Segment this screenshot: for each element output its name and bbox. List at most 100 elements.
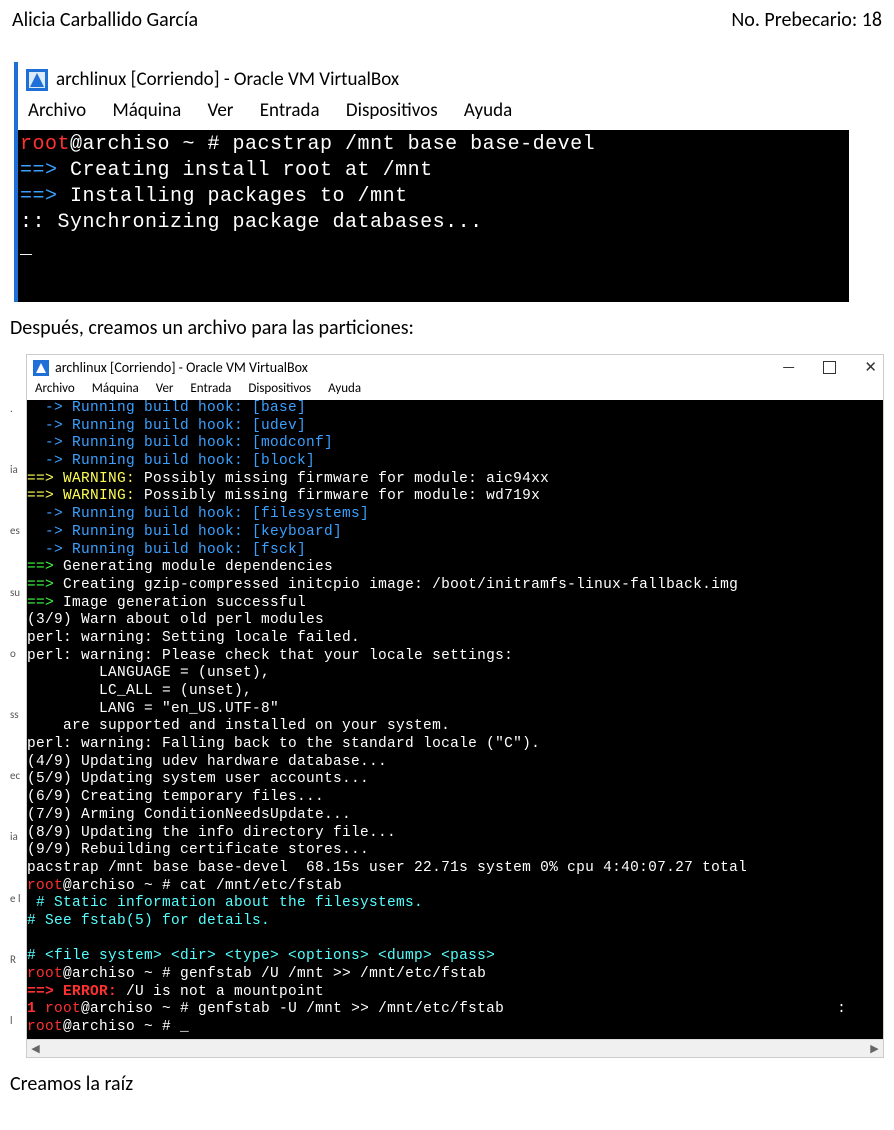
window-titlebar-2: archlinux [Corriendo] - Oracle VM Virtua…: [27, 355, 883, 379]
prompt-user: root: [27, 966, 63, 982]
prompt-user: root: [45, 1001, 81, 1017]
error-prefix: ==> ERROR:: [27, 984, 126, 1000]
scroll-left-icon[interactable]: ◀: [27, 1040, 44, 1057]
virtualbox-window-2: archlinux [Corriendo] - Oracle VM Virtua…: [26, 354, 884, 1058]
term-line: @archiso ~ # cat /mnt/etc/fstab: [63, 878, 342, 894]
menu-ayuda-1[interactable]: Ayuda: [464, 99, 512, 122]
arrow: ==>: [20, 185, 70, 208]
sliver-text: o: [10, 647, 26, 660]
prebecario-number: No. Prebecario: 18: [731, 8, 882, 32]
prompt-rest: @archiso ~ # pacstrap /mnt base base-dev…: [70, 133, 595, 156]
term-line: (4/9) Updating udev hardware database...: [27, 754, 387, 770]
term-line: @archiso ~ # genfstab -U /mnt >> /mnt/et…: [81, 1001, 504, 1017]
term-line: Possibly missing firmware for module: wd…: [144, 488, 540, 504]
menu-maquina-2[interactable]: Máquina: [92, 381, 139, 396]
menu-ayuda-2[interactable]: Ayuda: [328, 381, 361, 396]
sliver-text: R: [10, 953, 26, 966]
arrow: ==>: [27, 577, 63, 593]
virtualbox-icon: [26, 69, 48, 91]
arrow: ==>: [27, 559, 63, 575]
horizontal-scrollbar[interactable]: ◀ ▶: [27, 1039, 883, 1057]
term-line: -> Running build hook: [keyboard]: [27, 524, 342, 540]
term-line: Possibly missing firmware for module: ai…: [144, 471, 549, 487]
prompt-user: root: [27, 878, 63, 894]
sliver-text: ia: [10, 830, 26, 843]
term-line: /U is not a mountpoint: [126, 984, 324, 1000]
menu-entrada-1[interactable]: Entrada: [260, 99, 320, 122]
term-line: @archiso ~ # genfstab /U /mnt >> /mnt/et…: [63, 966, 486, 982]
term-line: @archiso ~ # _: [63, 1019, 189, 1035]
term-line: LANG = "en_US.UTF-8": [27, 701, 279, 717]
sliver-text: ia: [10, 463, 26, 476]
prompt-user: root: [20, 133, 70, 156]
body-text-1: Después, creamos un archivo para las par…: [10, 316, 884, 340]
sliver-text: l: [10, 1014, 26, 1027]
term-line: (5/9) Updating system user accounts...: [27, 771, 369, 787]
arrow: ==>: [27, 595, 63, 611]
terminal-2: -> Running build hook: [base] -> Running…: [27, 400, 883, 1039]
page-header: Alicia Carballido García No. Prebecario:…: [10, 8, 884, 32]
term-line: # See fstab(5) for details.: [27, 913, 270, 929]
term-line: -> Running build hook: [block]: [27, 453, 315, 469]
sliver-text: su: [10, 586, 26, 599]
window-controls: — ✕: [782, 358, 877, 377]
warn-prefix: ==> WARNING:: [27, 471, 144, 487]
term-line: -> Running build hook: [filesystems]: [27, 506, 369, 522]
menu-archivo-1[interactable]: Archivo: [28, 99, 86, 122]
menubar-1: Archivo Máquina Ver Entrada Dispositivos…: [18, 95, 849, 130]
close-button[interactable]: ✕: [864, 358, 877, 377]
virtualbox-window-1: archlinux [Corriendo] - Oracle VM Virtua…: [14, 62, 849, 302]
term-line: -> Running build hook: [fsck]: [27, 542, 306, 558]
term-line: LC_ALL = (unset),: [27, 683, 252, 699]
sliver-text: e l: [10, 892, 26, 905]
window-title-2: archlinux [Corriendo] - Oracle VM Virtua…: [55, 359, 308, 376]
menubar-2: Archivo Máquina Ver Entrada Dispositivos…: [27, 379, 883, 400]
term-line: Installing packages to /mnt: [70, 185, 408, 208]
scroll-right-icon[interactable]: ▶: [866, 1040, 883, 1057]
term-line: -> Running build hook: [modconf]: [27, 435, 333, 451]
sliver-text: es: [10, 524, 26, 537]
term-line: -> Running build hook: [base]: [27, 400, 306, 416]
exit-code: 1: [27, 1001, 45, 1017]
term-line: Generating module dependencies: [63, 559, 333, 575]
body-text-2: Creamos la raíz: [10, 1072, 884, 1096]
arrow: ==>: [20, 159, 70, 182]
term-line: (8/9) Updating the info directory file..…: [27, 825, 396, 841]
terminal-1: root@archiso ~ # pacstrap /mnt base base…: [18, 130, 849, 302]
term-line: -> Running build hook: [udev]: [27, 418, 306, 434]
virtualbox-icon: [33, 360, 49, 376]
term-line: (7/9) Arming ConditionNeedsUpdate...: [27, 807, 351, 823]
term-line: pacstrap /mnt base base-devel 68.15s use…: [27, 860, 747, 876]
menu-maquina-1[interactable]: Máquina: [112, 99, 181, 122]
cursor: _: [20, 237, 33, 260]
term-line: perl: warning: Please check that your lo…: [27, 648, 513, 664]
term-line: # Static information about the filesyste…: [27, 895, 423, 911]
window-titlebar-1: archlinux [Corriendo] - Oracle VM Virtua…: [18, 62, 849, 95]
sliver-text: ec: [10, 769, 26, 782]
term-line: (9/9) Rebuilding certificate stores...: [27, 842, 369, 858]
term-line: LANGUAGE = (unset),: [27, 665, 270, 681]
author-name: Alicia Carballido García: [12, 8, 198, 32]
term-line: are supported and installed on your syst…: [27, 718, 450, 734]
warn-prefix: ==> WARNING:: [27, 488, 144, 504]
term-line: # <file system> <dir> <type> <options> <…: [27, 948, 495, 964]
term-line: (6/9) Creating temporary files...: [27, 789, 324, 805]
term-line: perl: warning: Falling back to the stand…: [27, 736, 540, 752]
term-line: (3/9) Warn about old perl modules: [27, 612, 324, 628]
sliver-text: .: [10, 402, 26, 415]
menu-entrada-2[interactable]: Entrada: [190, 381, 231, 396]
background-text-sliver: . ia es su o ss ec ia e l R l si: [10, 354, 26, 1034]
minimize-button[interactable]: —: [782, 359, 796, 377]
maximize-button[interactable]: [823, 361, 836, 374]
term-line: Creating install root at /mnt: [70, 159, 433, 182]
menu-ver-1[interactable]: Ver: [208, 99, 234, 122]
menu-archivo-2[interactable]: Archivo: [35, 381, 75, 396]
menu-dispositivos-2[interactable]: Dispositivos: [248, 381, 311, 396]
menu-ver-2[interactable]: Ver: [156, 381, 174, 396]
term-line: Image generation successful: [63, 595, 306, 611]
window-title-1: archlinux [Corriendo] - Oracle VM Virtua…: [56, 68, 399, 91]
term-line: perl: warning: Setting locale failed.: [27, 630, 360, 646]
sliver-text: ss: [10, 708, 26, 721]
prompt-user: root: [27, 1019, 63, 1035]
menu-dispositivos-1[interactable]: Dispositivos: [346, 99, 438, 122]
